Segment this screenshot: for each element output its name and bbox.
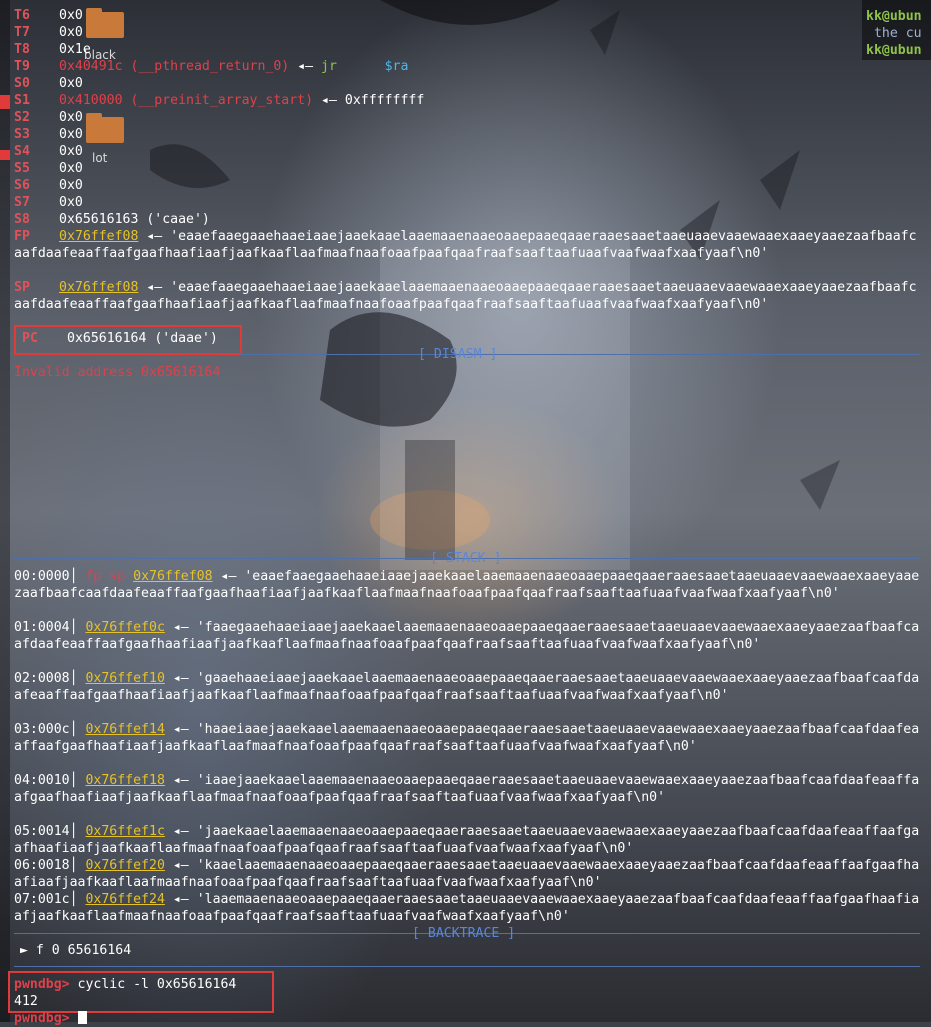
- stack-row: 05:0014│ 0x76ffef1c ◂— 'jaaekaaelaaemaae…: [14, 824, 920, 856]
- terminal[interactable]: T6 0x0 T7 0x0 T8 0x1e T9 0x40491c (__pthread…: [0, 0, 931, 1026]
- register-row-s2: S2 0x0: [14, 110, 83, 125]
- stack-row: 06:0018│ 0x76ffef20 ◂— 'kaaelaaemaaenaae…: [14, 858, 920, 890]
- stack-row: 04:0010│ 0x76ffef18 ◂— 'iaaejaaekaaelaae…: [14, 773, 920, 805]
- stack-row: 03:000c│ 0x76ffef14 ◂— 'haaeiaaejaaekaae…: [14, 722, 920, 754]
- register-row-s8: S8 0x65616163 ('caae'): [14, 212, 210, 227]
- stack-row: 01:0004│ 0x76ffef0c ◂— 'faaegaaehaaeiaae…: [14, 620, 920, 652]
- text-cursor: [77, 1011, 87, 1024]
- register-row-s3: S3 0x0: [14, 127, 83, 142]
- register-row-s7: S7 0x0: [14, 195, 83, 210]
- command-line[interactable]: pwndbg> cyclic -l 0x65616164: [14, 976, 236, 993]
- register-row-s1: S1 0x410000 (__preinit_array_start) ◂— 0x…: [14, 93, 425, 108]
- register-row-s6: S6 0x0: [14, 178, 83, 193]
- register-row-t6: T6 0x0: [14, 8, 83, 23]
- backtrace-frame: ► f 0 65616164: [20, 943, 132, 958]
- register-row-t7: T7 0x0: [14, 25, 83, 40]
- backtrace-section-header: [ BACKTRACE ]: [14, 925, 920, 942]
- stack-section-header: [ STACK ]: [14, 550, 920, 567]
- stack-row: 00:0000│ fp sp 0x76ffef08 ◂— 'eaaefaaega…: [14, 569, 920, 601]
- stack-row: 02:0008│ 0x76ffef10 ◂— 'gaaehaaeiaaejaae…: [14, 671, 920, 703]
- input-line[interactable]: pwndbg>: [14, 1010, 87, 1027]
- register-row-s5: S5 0x0: [14, 161, 83, 176]
- register-row-s4: S4 0x0: [14, 144, 83, 159]
- disasm-error: Invalid address 0x65616164: [14, 365, 221, 380]
- register-row-sp: SP 0x76ffef08 ◂— 'eaaefaaegaaehaaeiaaejaa…: [14, 280, 917, 312]
- register-row-s0: S0 0x0: [14, 76, 83, 91]
- register-row-fp: FP 0x76ffef08 ◂— 'eaaefaaegaaehaaeiaaejaa…: [14, 229, 917, 261]
- command-output: 412: [14, 994, 38, 1009]
- disasm-section-header: [ DISASM ]: [240, 346, 920, 363]
- stack-row: 07:001c│ 0x76ffef24 ◂— 'laaemaaenaaeoaae…: [14, 892, 920, 924]
- register-row-t9: T9 0x40491c (__pthread_return_0) ◂— jr $r…: [14, 59, 409, 74]
- register-row-t8: T8 0x1e: [14, 42, 91, 57]
- register-row-pc: PC 0x65616164 ('daae'): [22, 331, 218, 346]
